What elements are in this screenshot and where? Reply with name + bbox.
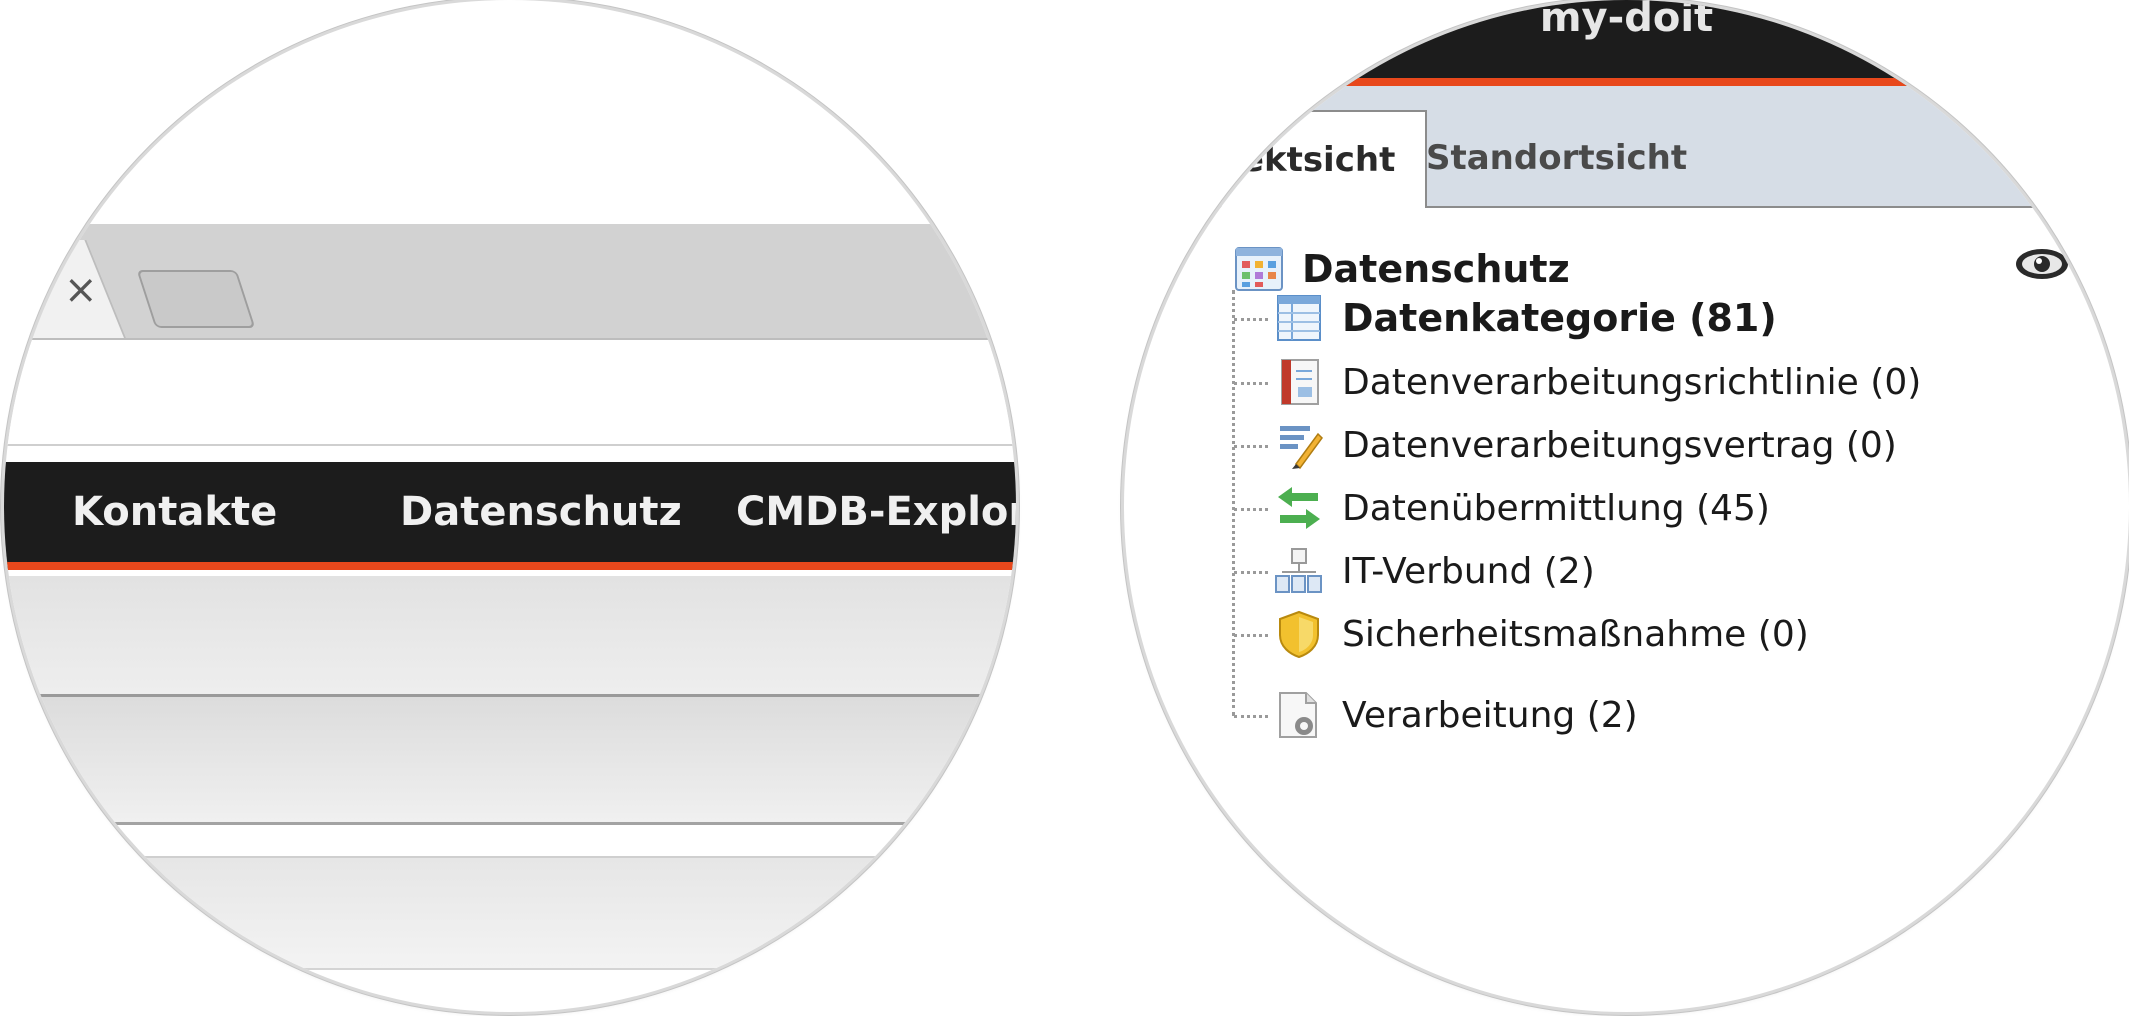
eye-icon[interactable] [2014, 244, 2070, 284]
tree-item-label: Datenübermittlung (45) [1342, 487, 1770, 529]
nav-item-datenschutz[interactable]: Datenschutz [400, 486, 682, 538]
tree-item-label: IT-Verbund (2) [1342, 550, 1595, 592]
tab-objektsicht[interactable]: Objektsicht [1144, 110, 1428, 208]
tree-item-it-verbund[interactable]: IT-Verbund (2) [1274, 542, 1595, 600]
close-icon[interactable]: × [64, 270, 98, 310]
shield-icon [1279, 610, 1319, 659]
tree-connector [1232, 290, 1235, 716]
document-gear-icon [1279, 692, 1317, 738]
object-tree-zoom-lens: my-doit Objektsicht Standortsicht Datens… [1124, 0, 2129, 1012]
secondary-toolbar-band [4, 697, 1016, 825]
content-header-band [4, 856, 1016, 970]
transfer-arrows-icon [1278, 487, 1320, 529]
tree-root-label: Datenschutz [1302, 247, 1570, 291]
signature-pen-icon [1280, 426, 1323, 470]
tree-branch [1234, 634, 1268, 637]
tree-item-label: Datenverarbeitungsrichtlinie (0) [1342, 361, 1922, 403]
nav-item-kontakte[interactable]: Kontakte [72, 486, 277, 538]
grid-table-icon [1235, 247, 1283, 291]
browser-zoom-lens: × Kontakte Datenschutz CMDB-Explorer [4, 0, 1016, 1012]
tree-branch [1234, 318, 1268, 321]
tree-item-datenverarbeitungsvertrag[interactable]: Datenverarbeitungsvertrag (0) [1274, 416, 1897, 474]
tree-branch [1234, 571, 1268, 574]
tree-branch [1234, 715, 1268, 718]
network-group-icon [1275, 548, 1322, 593]
nav-item-cmdb-explorer[interactable]: CMDB-Explorer [736, 486, 1016, 538]
tree-item-label: Datenverarbeitungsvertrag (0) [1342, 424, 1897, 466]
tree-item-datenverarbeitungsrichtlinie[interactable]: Datenverarbeitungsrichtlinie (0) [1274, 353, 1921, 411]
tree-branch [1234, 382, 1268, 385]
tree-branch [1234, 445, 1268, 448]
tab-standortsicht[interactable]: Standortsicht [1396, 110, 1717, 206]
tree-item-verarbeitung[interactable]: Verarbeitung (2) [1274, 686, 1638, 744]
tree-item-datenkategorie[interactable]: Datenkategorie (81) [1274, 289, 1777, 347]
tree-item-label: Sicherheitsmaßnahme (0) [1342, 613, 1809, 655]
new-tab-button[interactable] [136, 270, 256, 328]
tree-item-sicherheitsmassnahme[interactable]: Sicherheitsmaßnahme (0) [1274, 605, 1809, 663]
tree-item-datenuebermittlung[interactable]: Datenübermittlung (45) [1274, 479, 1770, 537]
tree-branch [1234, 508, 1268, 511]
notebook-icon [1281, 359, 1319, 405]
tree-item-label: Verarbeitung (2) [1342, 694, 1638, 736]
toolbar-band [4, 576, 1016, 697]
tree-item-label: Datenkategorie (81) [1342, 296, 1777, 340]
brand-title: my-doit [1539, 0, 1714, 41]
address-bar[interactable] [4, 340, 1016, 446]
spreadsheet-icon [1277, 295, 1321, 341]
